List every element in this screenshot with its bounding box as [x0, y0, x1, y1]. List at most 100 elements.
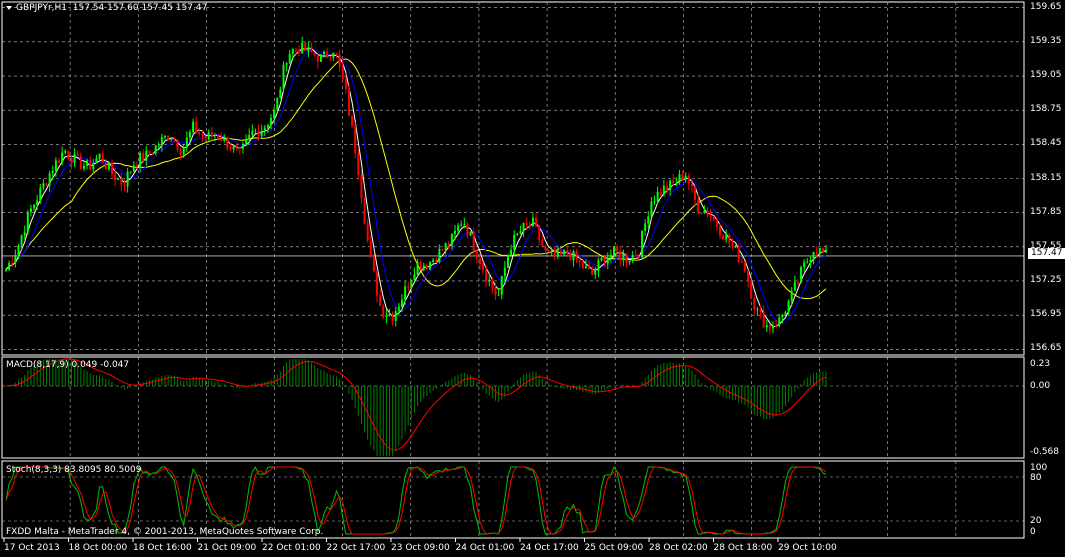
stoch-axis-20: 20 [1030, 516, 1042, 526]
candle-body [572, 251, 575, 261]
candle-body [291, 49, 294, 54]
candle-body [497, 294, 500, 296]
candle-body [164, 135, 167, 138]
candle-body [762, 311, 765, 328]
pane-frames [1, 1, 1025, 539]
candle-body [120, 178, 123, 185]
candle-body [510, 249, 513, 256]
candle-body [357, 152, 360, 175]
macd-indicator [5, 358, 827, 456]
price-axis-label: 158.45 [1030, 138, 1062, 149]
candle-body [323, 51, 326, 55]
candle-body [756, 308, 759, 310]
candle-body [575, 251, 578, 260]
candle-body [528, 224, 531, 227]
candle-body [142, 153, 145, 161]
candle-body [82, 165, 85, 169]
candle-body [201, 133, 204, 137]
candle-body [494, 287, 497, 295]
candle-body [825, 249, 827, 253]
candle-body [478, 258, 481, 265]
time-axis-label: 23 Oct 09:00 [391, 543, 450, 553]
candle-body [591, 268, 594, 275]
macd-axis-top: 0.23 [1030, 359, 1051, 369]
ma-mid-line [5, 49, 827, 323]
candle-body [73, 153, 76, 163]
candle-body [376, 270, 379, 296]
candle-body [114, 174, 117, 181]
candle-body [806, 261, 809, 263]
candle-body [578, 259, 581, 262]
candle-body [192, 121, 195, 133]
candle-body [132, 165, 135, 172]
candle-body [347, 88, 350, 116]
candle-body [647, 216, 650, 224]
candle-body [360, 174, 363, 199]
ma-fast-line [5, 47, 827, 328]
candle-body [407, 286, 410, 288]
candle-body [101, 153, 104, 164]
candle-body [731, 243, 734, 247]
candle-body [273, 109, 276, 119]
candle-body [747, 271, 750, 282]
candle-body [139, 153, 142, 167]
candle-body [743, 262, 746, 272]
candle-body [363, 198, 366, 224]
candle-body [154, 145, 157, 154]
candle-body [753, 298, 756, 310]
candle-body [5, 269, 7, 271]
candle-body [463, 223, 466, 225]
candle-body [715, 219, 718, 227]
time-axis-label: 28 Oct 18:00 [713, 543, 773, 553]
candle-body [472, 231, 475, 251]
candle-body [706, 210, 709, 216]
candle-body [29, 208, 32, 213]
candle-body [385, 315, 388, 317]
candle-body [725, 234, 728, 240]
candle-body [310, 47, 313, 53]
chart-canvas[interactable] [0, 0, 1065, 557]
candle-body [488, 279, 491, 282]
macd-axis-zero: 0.00 [1030, 381, 1051, 391]
dropdown-triangle-icon[interactable] [6, 5, 12, 10]
moving-average-lines [5, 47, 827, 328]
candle-body [117, 178, 120, 181]
candle-body [235, 145, 238, 148]
candle-body [198, 132, 201, 134]
time-axis-label: 25 Oct 09:00 [584, 543, 644, 553]
candle-body [129, 171, 132, 173]
candle-body [641, 231, 644, 258]
candle-body [453, 230, 456, 234]
candle-body [690, 183, 693, 187]
candle-body [135, 165, 138, 167]
candle-body [796, 282, 799, 284]
candle-body [413, 274, 416, 280]
candle-body [709, 215, 712, 217]
candle-body [637, 256, 640, 258]
candle-body [304, 42, 307, 52]
candle-body [307, 47, 310, 52]
candle-body [282, 64, 285, 90]
candle-body [722, 235, 725, 240]
candle-body [223, 136, 226, 141]
candle-body [344, 79, 347, 89]
candle-body [525, 223, 528, 225]
candle-body [665, 185, 668, 191]
ohlc-values: 157.54 157.60 157.45 157.47 [72, 3, 208, 13]
price-axis-label: 156.65 [1030, 343, 1062, 354]
candle-body [11, 262, 14, 264]
candle-body [226, 136, 229, 149]
candle-body [584, 266, 587, 269]
candle-body [809, 260, 812, 262]
candle-body [619, 251, 622, 260]
candle-body [326, 51, 329, 58]
candle-body [432, 259, 435, 262]
price-axis-label: 158.75 [1030, 104, 1062, 115]
pane-frame [1, 356, 1025, 459]
candle-body [650, 201, 653, 217]
price-axis-label: 158.15 [1030, 172, 1062, 183]
candle-body [535, 217, 538, 226]
candle-body [444, 243, 447, 251]
candle-body [42, 183, 45, 188]
candle-body [675, 183, 678, 185]
